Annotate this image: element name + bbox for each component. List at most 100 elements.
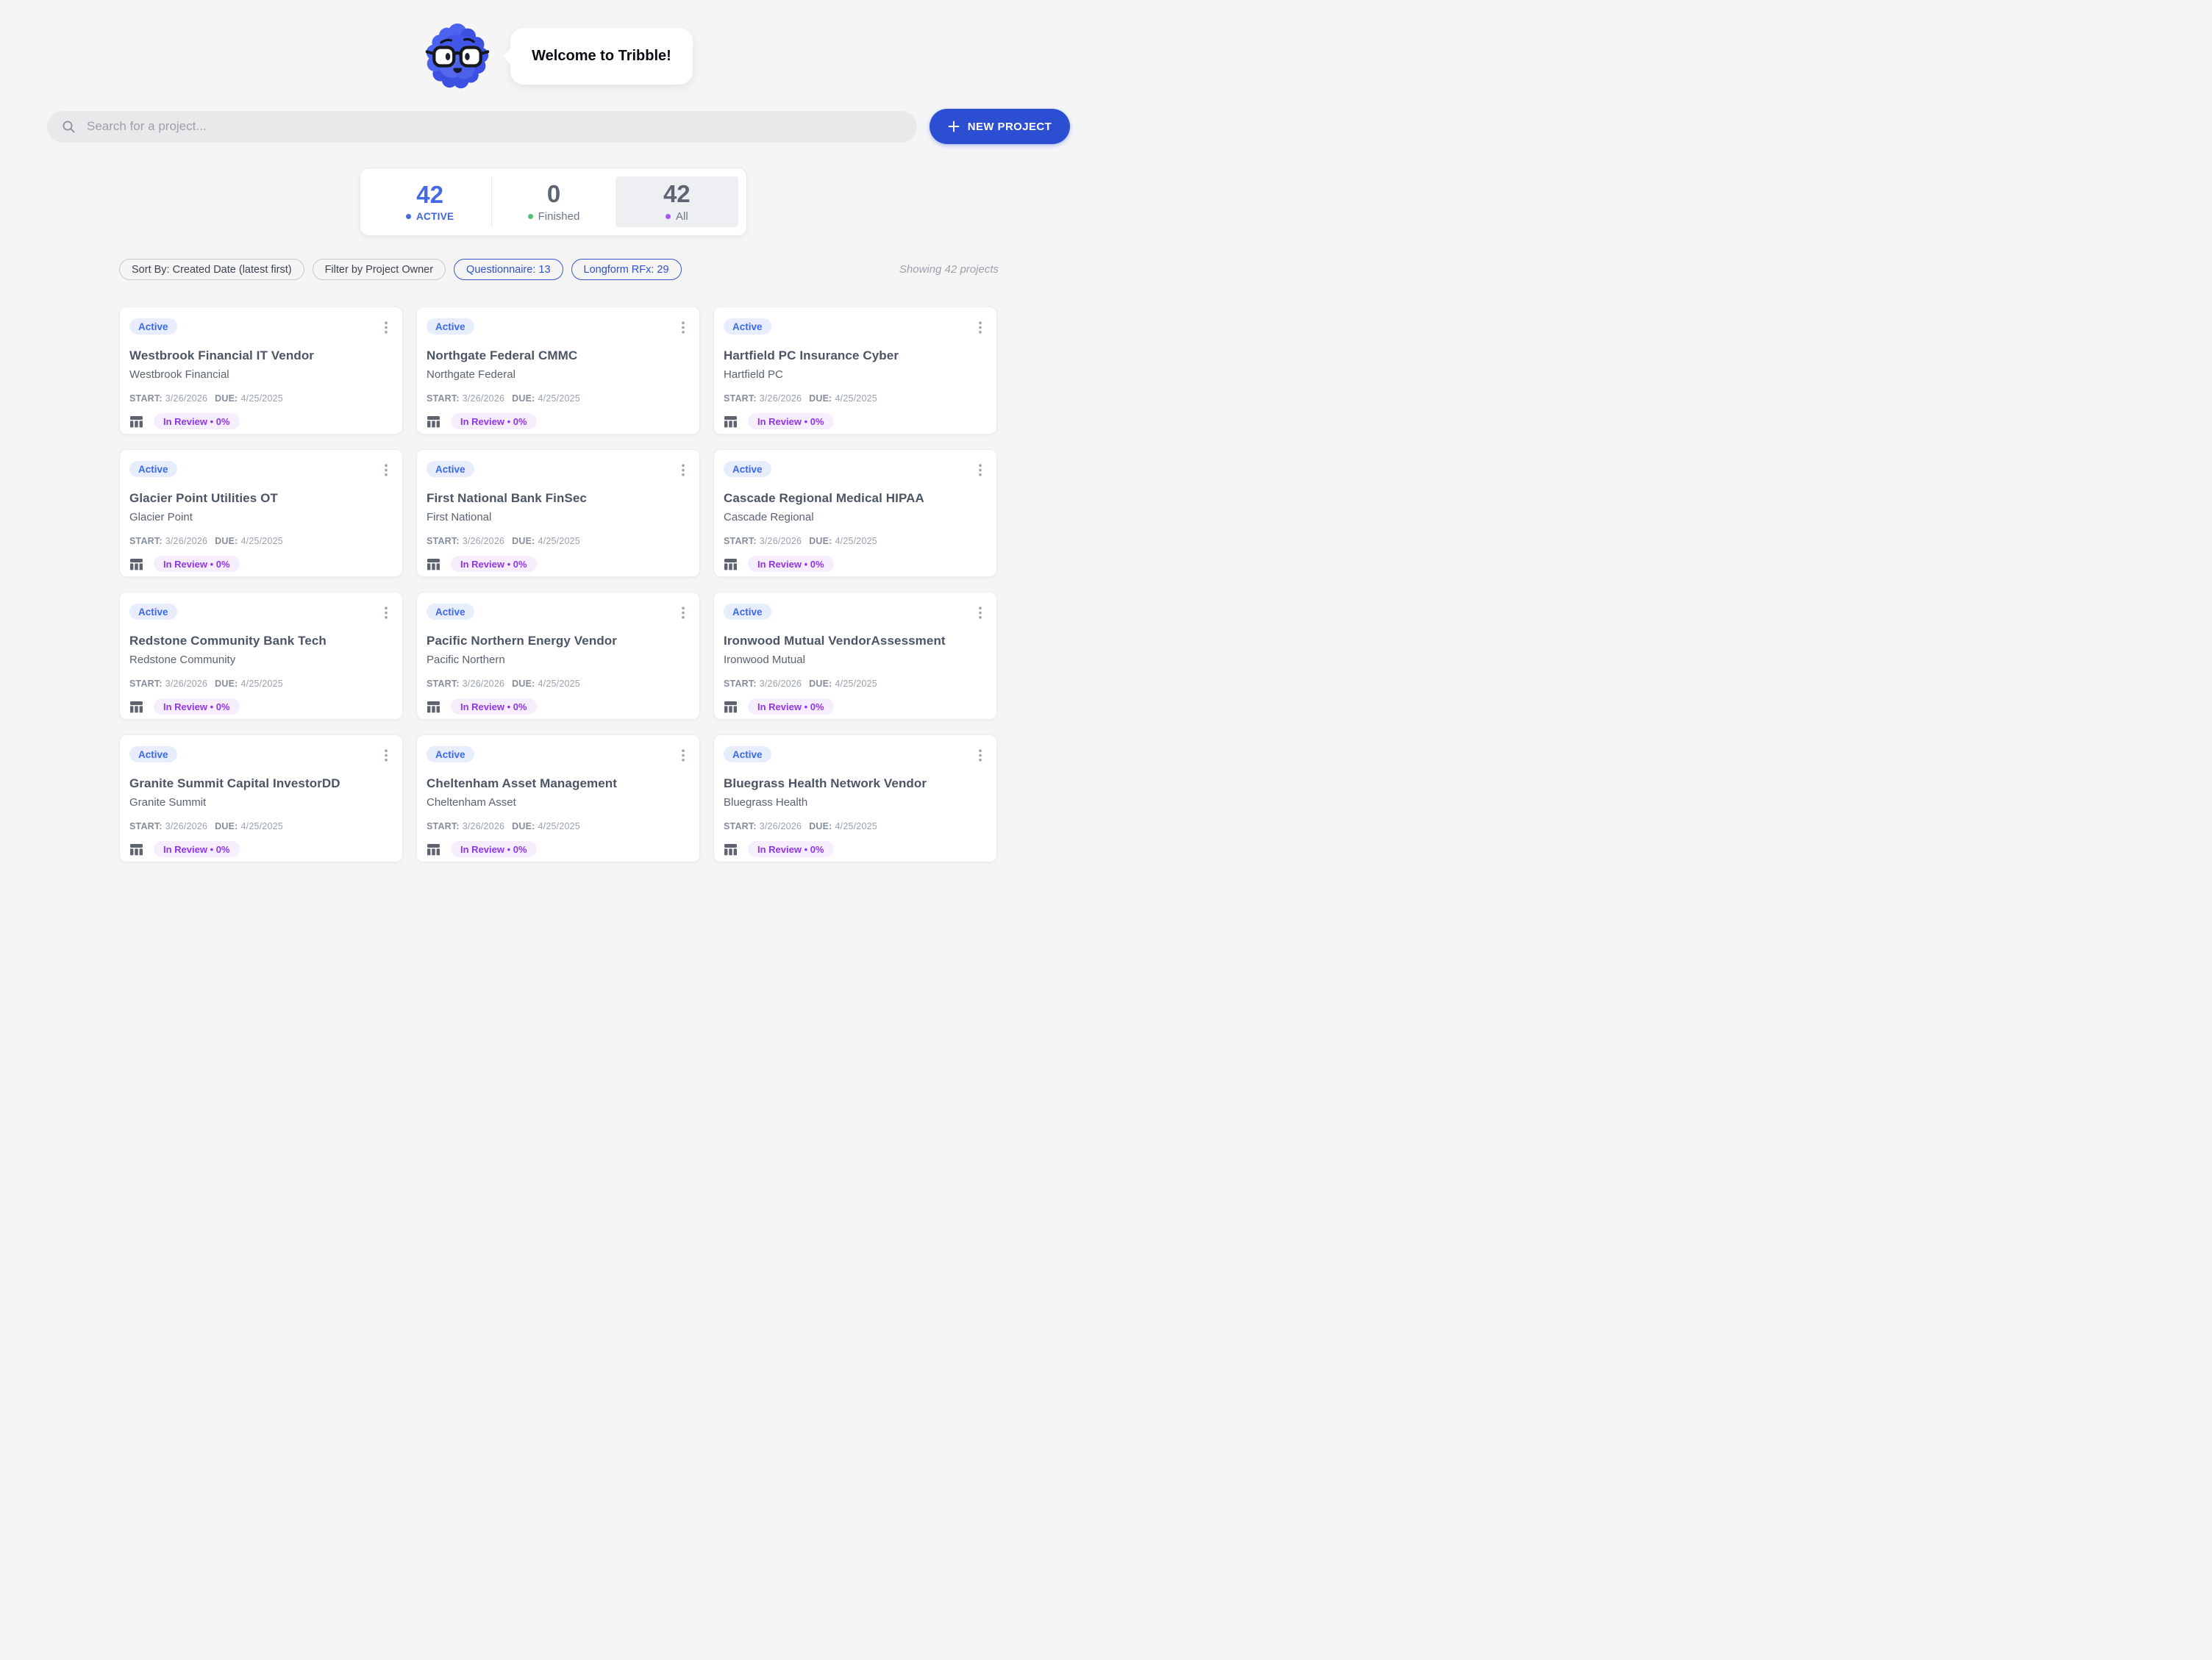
- project-dates: START:3/26/2026 DUE:4/25/2025: [427, 679, 688, 689]
- card-menu-icon[interactable]: [382, 748, 390, 767]
- start-date: 3/26/2026: [165, 393, 207, 404]
- welcome-speech-bubble: Welcome to Tribble!: [510, 28, 693, 85]
- table-icon: [129, 842, 143, 856]
- project-title: Westbrook Financial IT Vendor: [129, 348, 390, 363]
- project-card[interactable]: Active Cheltenham Asset Management Chelt…: [416, 734, 700, 862]
- all-dot: [666, 214, 671, 219]
- start-date: 3/26/2026: [463, 393, 504, 404]
- due-date: 4/25/2025: [241, 679, 283, 689]
- project-dates: START:3/26/2026 DUE:4/25/2025: [129, 821, 390, 831]
- card-menu-icon[interactable]: [679, 320, 688, 339]
- project-title: Ironwood Mutual VendorAssessment: [724, 634, 985, 648]
- status-badge: Active: [427, 604, 474, 620]
- search-icon: [62, 120, 76, 134]
- start-label: START:: [427, 536, 460, 546]
- project-card[interactable]: Active Granite Summit Capital InvestorDD…: [119, 734, 403, 862]
- project-card[interactable]: Active First National Bank FinSec First …: [416, 449, 700, 577]
- filter-owner-chip[interactable]: Filter by Project Owner: [313, 259, 446, 280]
- project-card[interactable]: Active Ironwood Mutual VendorAssessment …: [713, 592, 997, 720]
- stat-finished-value: 0: [547, 182, 560, 206]
- finished-dot: [528, 214, 533, 219]
- due-label: DUE:: [809, 393, 832, 404]
- project-company: First National: [427, 511, 688, 523]
- search-input[interactable]: [85, 118, 902, 135]
- project-company: Northgate Federal: [427, 368, 688, 381]
- project-dates: START:3/26/2026 DUE:4/25/2025: [427, 821, 688, 831]
- card-menu-icon[interactable]: [679, 462, 688, 482]
- longform-rfx-chip[interactable]: Longform RFx: 29: [571, 259, 682, 280]
- table-icon: [129, 415, 143, 429]
- table-icon: [129, 700, 143, 714]
- project-card[interactable]: Active Hartfield PC Insurance Cyber Hart…: [713, 307, 997, 434]
- start-label: START:: [129, 821, 163, 831]
- due-date: 4/25/2025: [241, 821, 283, 831]
- stat-finished[interactable]: 0 Finished: [492, 176, 615, 227]
- start-date: 3/26/2026: [165, 536, 207, 546]
- due-date: 4/25/2025: [835, 536, 877, 546]
- stat-all-label: All: [676, 210, 688, 223]
- project-dates: START:3/26/2026 DUE:4/25/2025: [724, 821, 985, 831]
- search-bar[interactable]: [47, 111, 917, 143]
- project-card[interactable]: Active Bluegrass Health Network Vendor B…: [713, 734, 997, 862]
- card-menu-icon[interactable]: [976, 462, 985, 482]
- card-menu-icon[interactable]: [976, 320, 985, 339]
- due-label: DUE:: [512, 393, 535, 404]
- project-company: Redstone Community: [129, 654, 390, 666]
- review-progress-badge: In Review • 0%: [451, 556, 537, 572]
- stat-all[interactable]: 42 All: [616, 176, 738, 227]
- project-dates: START:3/26/2026 DUE:4/25/2025: [129, 393, 390, 404]
- project-dates: START:3/26/2026 DUE:4/25/2025: [724, 393, 985, 404]
- start-date: 3/26/2026: [463, 679, 504, 689]
- card-menu-icon[interactable]: [679, 748, 688, 767]
- status-badge: Active: [129, 604, 177, 620]
- project-title: Hartfield PC Insurance Cyber: [724, 348, 985, 363]
- due-date: 4/25/2025: [538, 393, 580, 404]
- card-menu-icon[interactable]: [382, 320, 390, 339]
- review-progress-badge: In Review • 0%: [451, 698, 537, 715]
- card-menu-icon[interactable]: [976, 748, 985, 767]
- review-progress-badge: In Review • 0%: [154, 413, 240, 429]
- project-title: Bluegrass Health Network Vendor: [724, 776, 985, 791]
- sort-by-chip[interactable]: Sort By: Created Date (latest first): [119, 259, 304, 280]
- due-date: 4/25/2025: [241, 536, 283, 546]
- project-title: Northgate Federal CMMC: [427, 348, 688, 363]
- start-date: 3/26/2026: [463, 536, 504, 546]
- project-card[interactable]: Active Pacific Northern Energy Vendor Pa…: [416, 592, 700, 720]
- start-date: 3/26/2026: [760, 393, 802, 404]
- card-menu-icon[interactable]: [382, 605, 390, 624]
- review-progress-badge: In Review • 0%: [154, 841, 240, 857]
- start-label: START:: [129, 536, 163, 546]
- due-label: DUE:: [809, 821, 832, 831]
- project-company: Cheltenham Asset: [427, 796, 688, 809]
- stat-active[interactable]: 42 ACTIVE: [368, 176, 492, 227]
- start-date: 3/26/2026: [760, 679, 802, 689]
- start-date: 3/26/2026: [463, 821, 504, 831]
- project-title: First National Bank FinSec: [427, 491, 688, 506]
- start-label: START:: [427, 393, 460, 404]
- project-card[interactable]: Active Glacier Point Utilities OT Glacie…: [119, 449, 403, 577]
- due-label: DUE:: [809, 536, 832, 546]
- project-card[interactable]: Active Cascade Regional Medical HIPAA Ca…: [713, 449, 997, 577]
- status-badge: Active: [129, 318, 177, 334]
- project-dates: START:3/26/2026 DUE:4/25/2025: [129, 536, 390, 546]
- start-date: 3/26/2026: [165, 821, 207, 831]
- new-project-button[interactable]: NEW PROJECT: [930, 109, 1070, 144]
- status-badge: Active: [724, 318, 771, 334]
- table-icon: [724, 557, 738, 571]
- due-date: 4/25/2025: [835, 679, 877, 689]
- due-label: DUE:: [215, 821, 238, 831]
- card-menu-icon[interactable]: [382, 462, 390, 482]
- start-date: 3/26/2026: [165, 679, 207, 689]
- card-menu-icon[interactable]: [679, 605, 688, 624]
- project-company: Westbrook Financial: [129, 368, 390, 381]
- start-label: START:: [129, 393, 163, 404]
- due-date: 4/25/2025: [538, 679, 580, 689]
- questionnaire-chip[interactable]: Questionnaire: 13: [454, 259, 563, 280]
- card-menu-icon[interactable]: [976, 605, 985, 624]
- project-card[interactable]: Active Westbrook Financial IT Vendor Wes…: [119, 307, 403, 434]
- project-company: Ironwood Mutual: [724, 654, 985, 666]
- project-card[interactable]: Active Redstone Community Bank Tech Reds…: [119, 592, 403, 720]
- project-card[interactable]: Active Northgate Federal CMMC Northgate …: [416, 307, 700, 434]
- review-progress-badge: In Review • 0%: [748, 556, 834, 572]
- table-icon: [724, 415, 738, 429]
